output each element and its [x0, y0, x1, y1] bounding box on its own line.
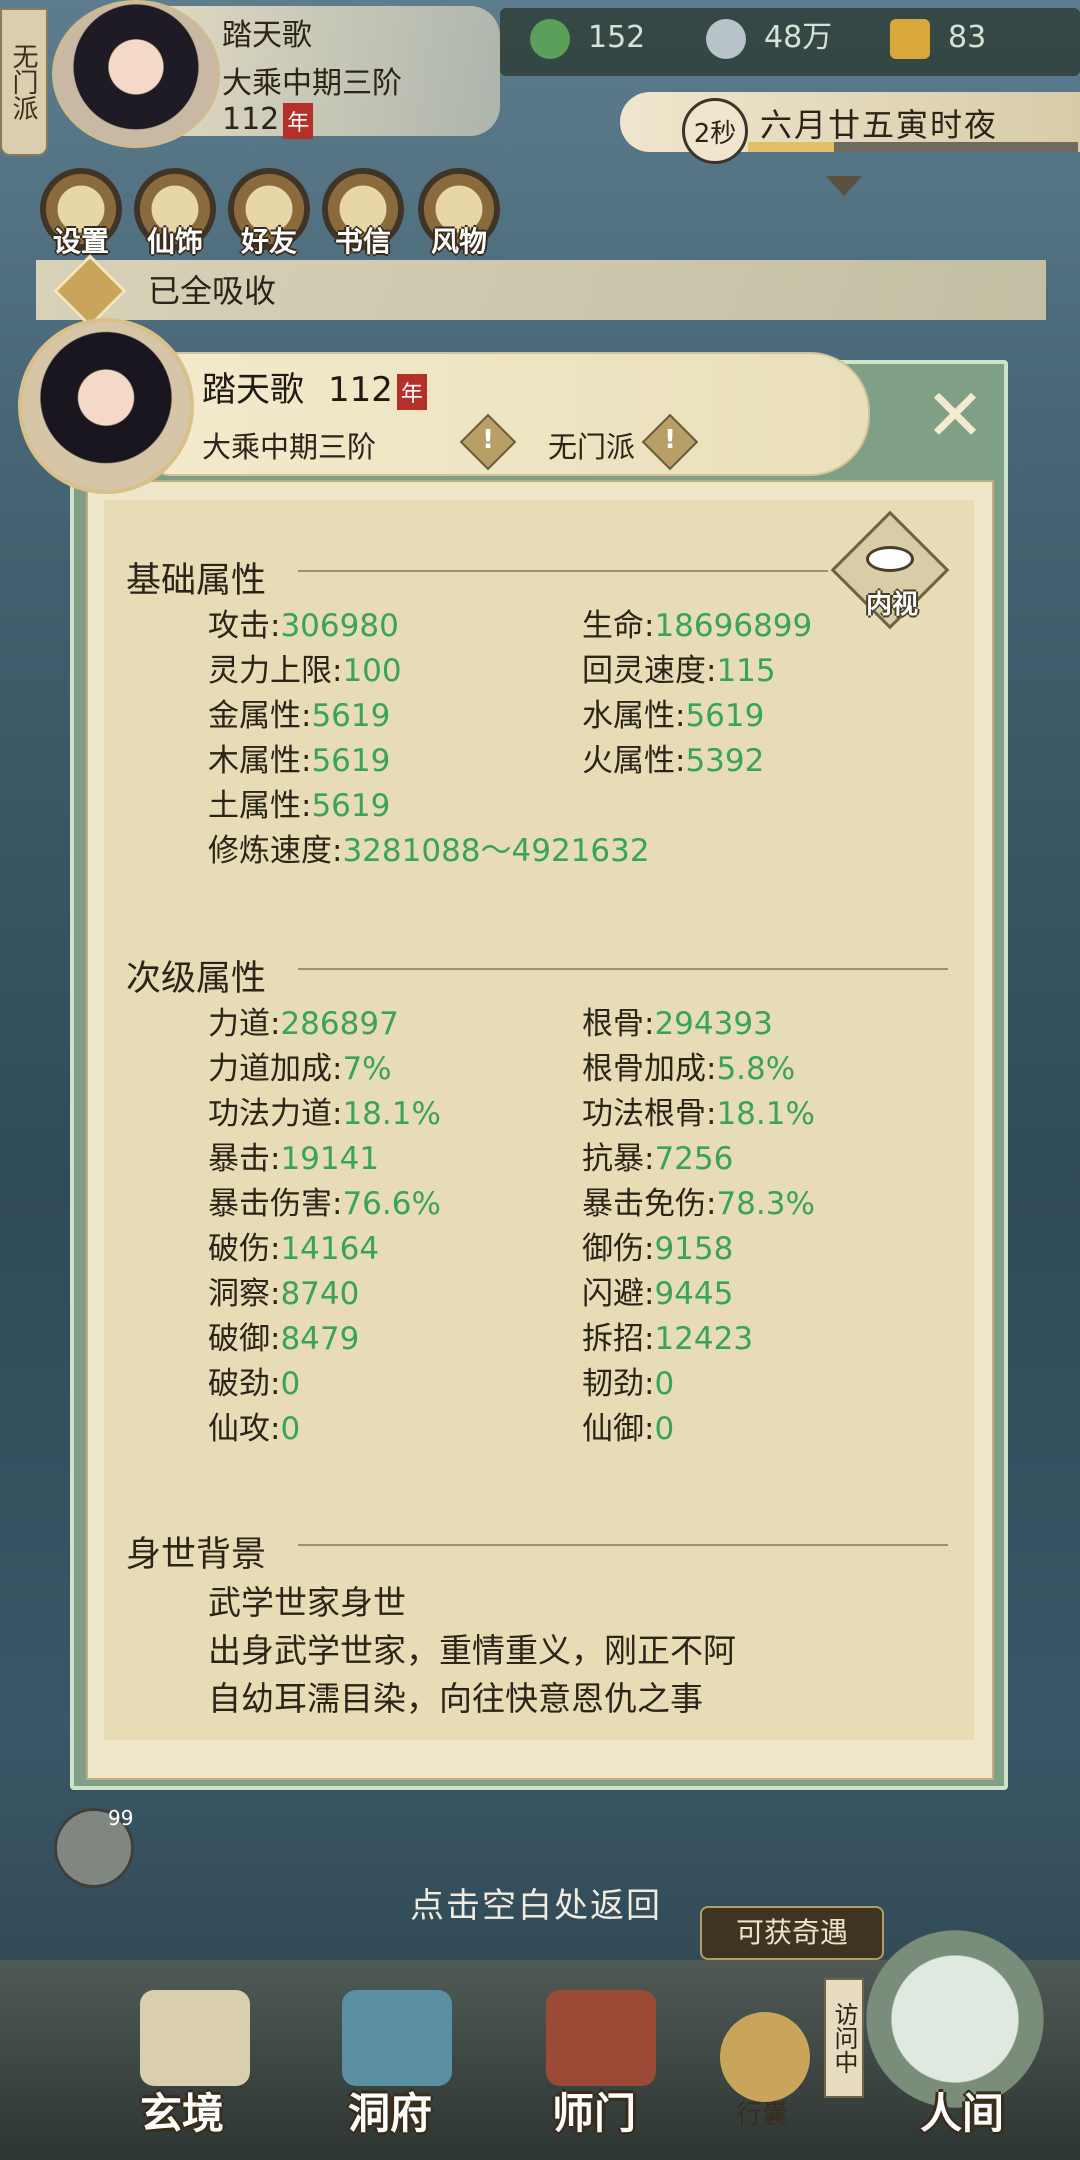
- attr-crit-resist: 抗暴:7256: [582, 1141, 734, 1177]
- attr-guard: 御伤:9158: [582, 1231, 734, 1267]
- menu-friends-label[interactable]: 好友: [224, 220, 314, 260]
- attr-break-defense: 破御:8479: [208, 1321, 360, 1357]
- character-portrait: [18, 318, 194, 494]
- attr-wood: 木属性:5619: [208, 743, 391, 779]
- close-icon[interactable]: ✕: [920, 379, 990, 451]
- visit-tag: 访问中: [824, 1978, 864, 2098]
- nav-shimen[interactable]: 师门: [552, 2080, 636, 2141]
- attr-immortal-attack: 仙攻:0: [208, 1411, 301, 1447]
- attr-insight: 洞察:8740: [208, 1276, 360, 1312]
- attr-attack: 攻击:306980: [208, 608, 399, 644]
- warning-icon: !: [482, 425, 494, 455]
- gold-ingot-icon: [890, 18, 930, 59]
- attr-tenacity: 韧劲:0: [582, 1366, 675, 1402]
- attr-fire: 火属性:5392: [582, 743, 765, 779]
- warning-icon: !: [664, 425, 676, 455]
- attr-spirit-regen: 回灵速度:115: [582, 653, 776, 689]
- resource-coin[interactable]: 48万: [706, 10, 832, 66]
- attr-hp: 生命:18696899: [582, 608, 813, 644]
- time-progress-fill: [748, 142, 834, 152]
- nav-bag[interactable]: 行囊: [736, 2094, 788, 2131]
- attr-constitution-bonus: 根骨加成:5.8%: [582, 1051, 796, 1087]
- background-line: 自幼耳濡目染，向往快意恩仇之事: [208, 1679, 703, 1718]
- menu-settings-label[interactable]: 设置: [36, 220, 126, 260]
- character-realm: 大乘中期三阶: [202, 430, 377, 464]
- attr-pierce: 破伤:14164: [208, 1231, 380, 1267]
- expand-arrow-icon[interactable]: [826, 176, 862, 196]
- background-title: 身世背景: [126, 1535, 267, 1575]
- attr-strength-bonus: 力道加成:7%: [208, 1051, 392, 1087]
- divider: [298, 968, 948, 970]
- jade-leaf-icon: [530, 18, 570, 59]
- nav-dongfu[interactable]: 洞府: [348, 2080, 432, 2141]
- banner-icon[interactable]: [546, 1990, 656, 2086]
- attr-crit-damage-reduction: 暴击免伤:78.3%: [582, 1186, 815, 1222]
- timer: 2秒: [682, 98, 748, 164]
- player-realm: 大乘中期三阶: [222, 66, 402, 101]
- eye-icon: [866, 546, 914, 572]
- top-bar: 无门派 踏天歌 大乘中期三阶 112 年 152 48万 83 2秒 六月廿五寅时…: [0, 0, 1080, 196]
- attr-constitution: 根骨:294393: [582, 1006, 773, 1042]
- divider: [298, 570, 828, 572]
- sect-tab[interactable]: 无门派: [0, 8, 48, 156]
- menu-scenery-label[interactable]: 风物: [414, 220, 504, 260]
- nav-xuanjing[interactable]: 玄境: [140, 2080, 224, 2141]
- attr-earth: 土属性:5619: [208, 788, 391, 824]
- menu-letter-label[interactable]: 书信: [318, 220, 408, 260]
- attr-immortal-defense: 仙御:0: [582, 1411, 675, 1447]
- nav-renjian[interactable]: 人间: [920, 2080, 1004, 2141]
- resource-gold[interactable]: 83: [890, 10, 986, 66]
- attr-skill-constitution: 功法根骨:18.1%: [582, 1096, 815, 1132]
- age-seal: 年: [396, 373, 427, 410]
- scroll-icon[interactable]: [140, 1990, 250, 2086]
- player-name: 踏天歌: [222, 18, 312, 53]
- character-name: 踏天歌 112 年: [202, 362, 427, 411]
- chat-badge: 99: [108, 1806, 134, 1830]
- basic-attributes-title: 基础属性: [126, 561, 267, 601]
- attr-crit: 暴击:19141: [208, 1141, 380, 1177]
- attr-spirit-cap: 灵力上限:100: [208, 653, 402, 689]
- inner-view-label[interactable]: 内视: [850, 584, 934, 621]
- background-line: 出身武学世家，重情重义，刚正不阿: [208, 1631, 736, 1670]
- attr-cultivation-speed: 修炼速度:3281088～4921632: [208, 833, 650, 869]
- attr-counter: 拆招:12423: [582, 1321, 754, 1357]
- menu-costume-label[interactable]: 仙饰: [130, 220, 220, 260]
- secondary-attributes-title: 次级属性: [126, 959, 267, 999]
- pavilion-icon[interactable]: [342, 1990, 452, 2086]
- player-avatar[interactable]: [52, 0, 220, 148]
- attr-metal: 金属性:5619: [208, 698, 391, 734]
- player-age: 112 年: [222, 102, 314, 139]
- time-progress: [748, 142, 1078, 152]
- attribute-scroll-area[interactable]: 基础属性 攻击:306980 生命:18696899 灵力上限:100 回灵速度…: [104, 500, 974, 1740]
- divider: [298, 1544, 948, 1546]
- encounter-button[interactable]: 可获奇遇: [700, 1906, 884, 1960]
- resource-jade[interactable]: 152: [530, 10, 645, 66]
- attr-water: 水属性:5619: [582, 698, 765, 734]
- background-line: 武学世家身世: [208, 1583, 406, 1622]
- return-hint[interactable]: 点击空白处返回: [410, 1878, 662, 1927]
- character-sect: 无门派: [548, 430, 636, 464]
- absorb-text: 已全吸收: [148, 272, 277, 310]
- attr-skill-strength: 功法力道:18.1%: [208, 1096, 441, 1132]
- attr-strength: 力道:286897: [208, 1006, 399, 1042]
- game-date: 六月廿五寅时夜: [760, 106, 999, 144]
- coin-icon: [706, 18, 746, 59]
- age-seal: 年: [283, 102, 314, 139]
- bag-icon[interactable]: [720, 2012, 810, 2102]
- attr-break-vigor: 破劲:0: [208, 1366, 301, 1402]
- attr-crit-damage: 暴击伤害:76.6%: [208, 1186, 441, 1222]
- attr-dodge: 闪避:9445: [582, 1276, 734, 1312]
